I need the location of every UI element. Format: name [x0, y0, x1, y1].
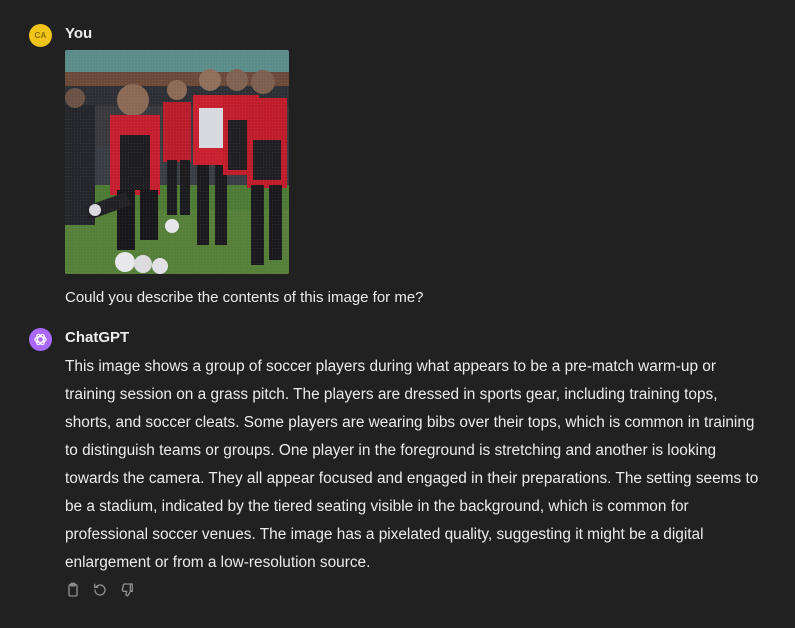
- uploaded-image[interactable]: [65, 50, 289, 274]
- regenerate-icon: [94, 583, 106, 596]
- regenerate-button[interactable]: [91, 581, 109, 599]
- assistant-author-name: ChatGPT: [65, 329, 130, 346]
- user-avatar: CA: [29, 24, 52, 47]
- thumbs-down-button[interactable]: [118, 581, 136, 599]
- user-avatar-initials: CA: [34, 31, 47, 40]
- copy-button[interactable]: [64, 581, 82, 599]
- message-actions: [64, 581, 136, 599]
- openai-logo-icon: [34, 333, 47, 346]
- soccer-players-photo: [65, 50, 289, 274]
- chatgpt-avatar: [29, 328, 52, 351]
- thumbs-down-icon: [121, 583, 133, 597]
- user-message-text: Could you describe the contents of this …: [65, 289, 424, 306]
- user-author-name: You: [65, 25, 93, 42]
- assistant-message-text: This image shows a group of soccer playe…: [65, 358, 759, 571]
- copy-icon: [68, 582, 78, 597]
